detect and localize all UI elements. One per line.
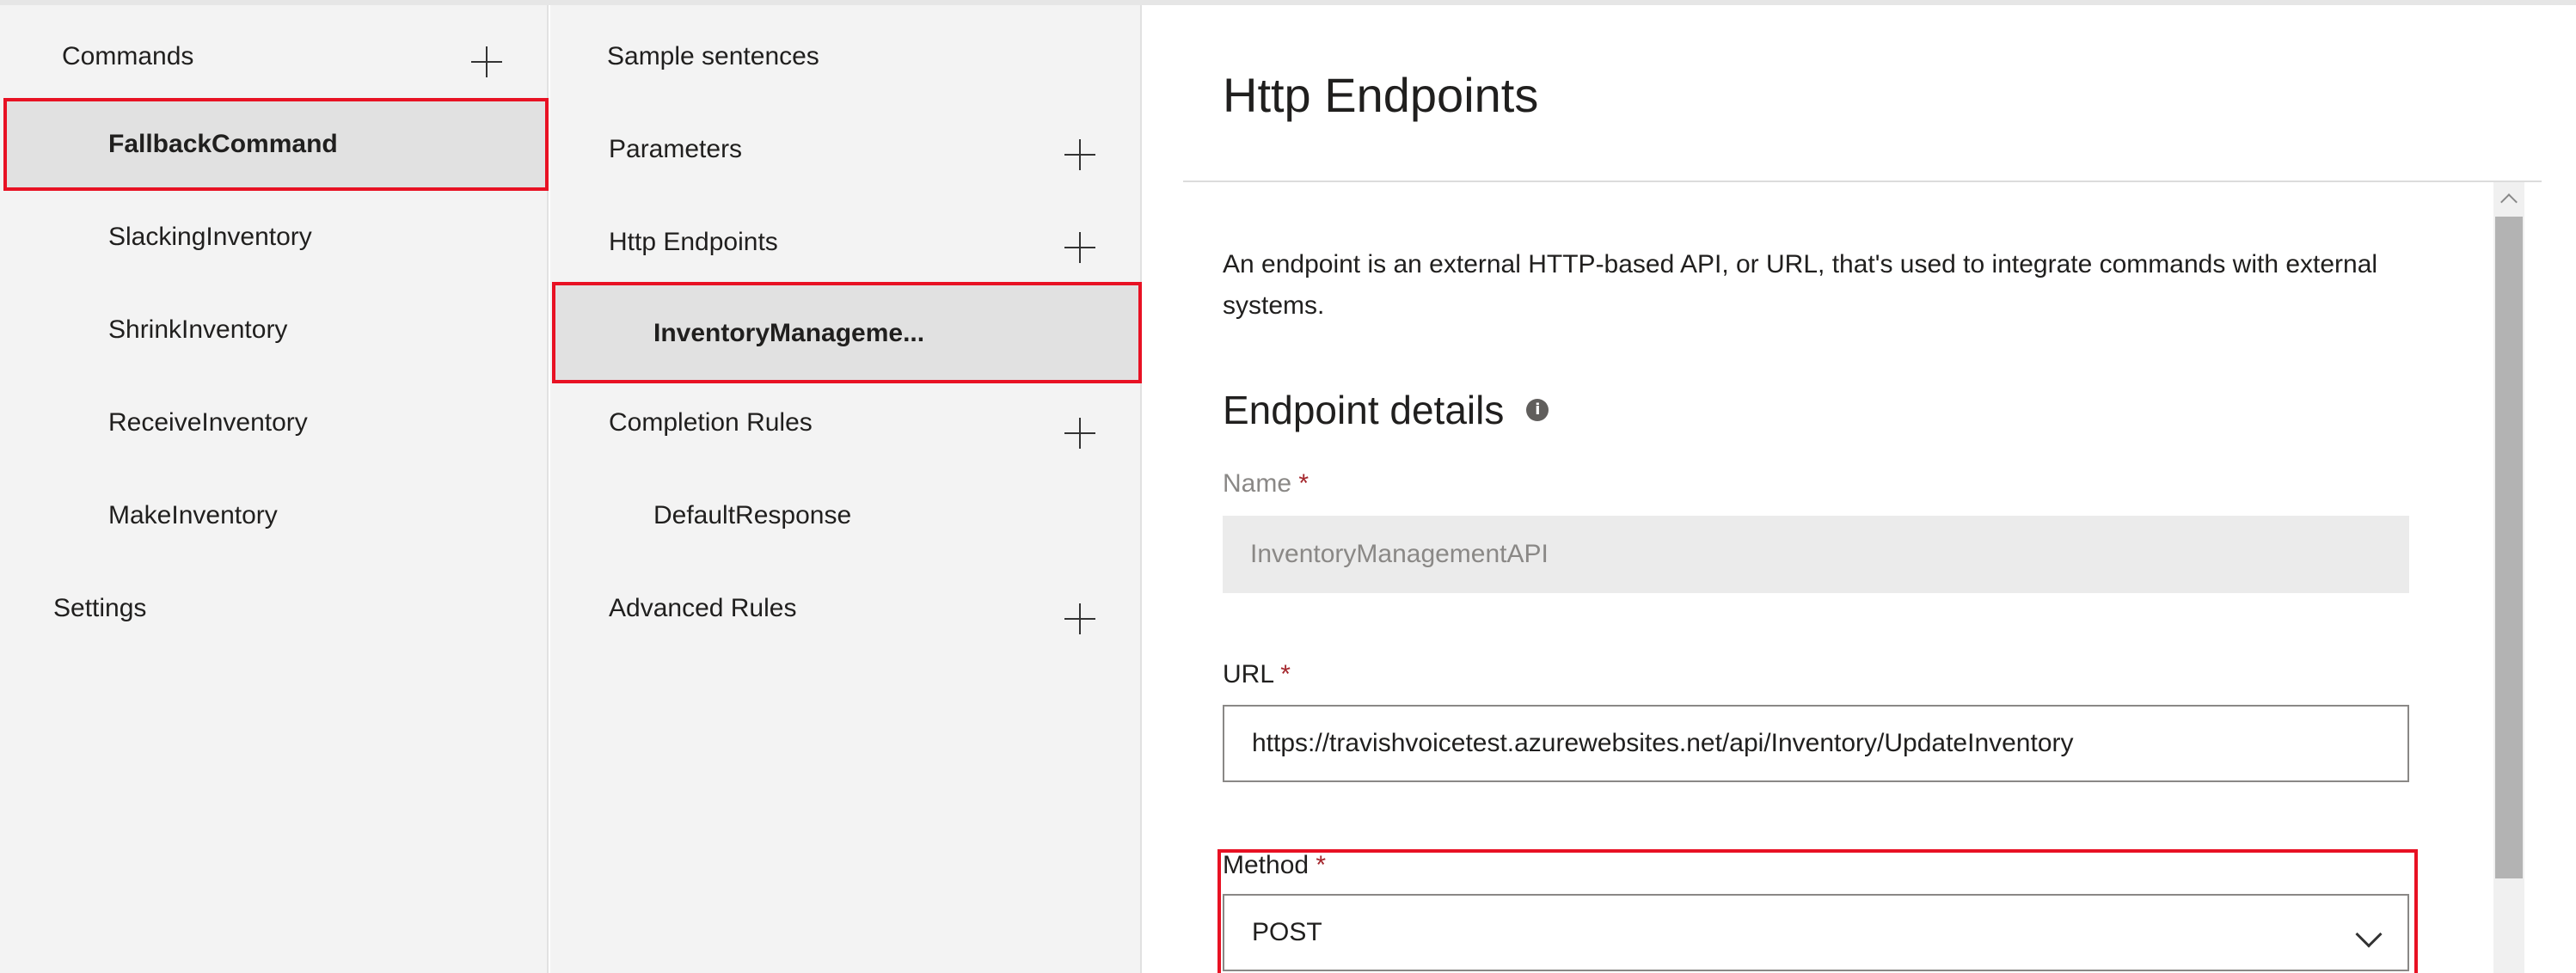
- completion-rules-item[interactable]: Completion Rules: [609, 404, 813, 442]
- completion-rules-label: Completion Rules: [609, 408, 813, 437]
- add-http-endpoint-icon[interactable]: [1063, 230, 1097, 265]
- url-label: URL *: [1223, 660, 1291, 689]
- command-label-receiveinventory: ReceiveInventory: [108, 408, 308, 437]
- command-item-slackinginventory[interactable]: SlackingInventory: [108, 218, 312, 256]
- endpoint-detail-panel: Http Endpoints An endpoint is an externa…: [1144, 5, 2576, 973]
- name-value: InventoryManagementAPI: [1250, 540, 1549, 568]
- method-label: Method *: [1223, 851, 1326, 880]
- url-label-text: URL: [1223, 660, 1273, 688]
- name-field: InventoryManagementAPI: [1223, 516, 2409, 593]
- commands-panel: Commands FallbackCommand SlackingInvento…: [0, 5, 549, 973]
- url-input[interactable]: https://travishvoicetest.azurewebsites.n…: [1223, 705, 2409, 782]
- title-divider: [1183, 181, 2542, 182]
- command-item-receiveinventory[interactable]: ReceiveInventory: [108, 404, 308, 442]
- command-item-makeinventory[interactable]: MakeInventory: [108, 497, 278, 535]
- parameters-label: Parameters: [609, 135, 743, 163]
- http-endpoints-item[interactable]: Http Endpoints: [609, 223, 778, 261]
- default-response-item[interactable]: DefaultResponse: [653, 497, 851, 535]
- scrollbar-thumb[interactable]: [2495, 217, 2523, 878]
- method-value: POST: [1252, 918, 1322, 946]
- add-advanced-rule-icon[interactable]: [1063, 602, 1097, 636]
- add-parameter-icon[interactable]: [1063, 138, 1097, 172]
- command-item-label: FallbackCommand: [108, 125, 338, 163]
- name-label-text: Name: [1223, 469, 1292, 498]
- command-item-shrinkinventory[interactable]: ShrinkInventory: [108, 311, 287, 349]
- method-required-marker: *: [1316, 851, 1327, 879]
- http-endpoints-label: Http Endpoints: [609, 228, 778, 256]
- url-required-marker: *: [1280, 660, 1291, 688]
- command-label-makeinventory: MakeInventory: [108, 501, 278, 529]
- advanced-rules-item[interactable]: Advanced Rules: [609, 590, 796, 627]
- add-command-icon[interactable]: [469, 45, 504, 79]
- chevron-down-icon: [2355, 921, 2383, 948]
- name-label: Name *: [1223, 469, 1309, 499]
- add-completion-rule-icon[interactable]: [1063, 416, 1097, 450]
- method-label-text: Method: [1223, 851, 1309, 879]
- command-sections-panel: Sample sentences Parameters Http Endpoin…: [550, 5, 1142, 973]
- parameters-item[interactable]: Parameters: [609, 131, 742, 168]
- commands-header: Commands: [62, 38, 193, 76]
- endpoint-details-heading: Endpoint details i: [1223, 387, 1549, 433]
- info-icon[interactable]: i: [1526, 399, 1549, 421]
- command-label-shrinkinventory: ShrinkInventory: [108, 315, 288, 344]
- settings-item[interactable]: Settings: [53, 590, 146, 627]
- url-value: https://travishvoicetest.azurewebsites.n…: [1252, 729, 2074, 757]
- endpoint-description: An endpoint is an external HTTP-based AP…: [1223, 250, 2378, 320]
- scroll-up-icon[interactable]: [2493, 182, 2524, 217]
- sample-sentences-label: Sample sentences: [607, 42, 819, 70]
- advanced-rules-label: Advanced Rules: [609, 594, 797, 622]
- name-required-marker: *: [1298, 469, 1309, 498]
- section-title: Endpoint details: [1223, 388, 1505, 432]
- command-label-slackinginventory: SlackingInventory: [108, 223, 312, 251]
- method-dropdown[interactable]: POST: [1223, 894, 2409, 971]
- endpoint-label: InventoryManageme...: [653, 319, 925, 347]
- commands-label: Commands: [62, 42, 194, 70]
- sample-sentences-item[interactable]: Sample sentences: [607, 38, 819, 76]
- settings-label: Settings: [53, 594, 147, 622]
- default-response-label: DefaultResponse: [653, 501, 852, 529]
- page-title: Http Endpoints: [1223, 68, 1539, 122]
- endpoint-item-label: InventoryManageme...: [653, 315, 924, 352]
- command-label-fallbackcommand: FallbackCommand: [108, 130, 338, 158]
